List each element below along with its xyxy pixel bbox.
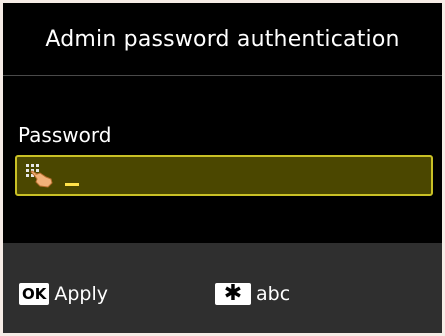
text-cursor: [65, 183, 79, 186]
apply-softkey[interactable]: OK Apply: [19, 283, 108, 305]
input-mode-label: abc: [256, 283, 291, 305]
password-field[interactable]: [15, 155, 433, 196]
password-label: Password: [18, 123, 112, 147]
asterisk-key-icon: ✱: [215, 283, 251, 305]
softkey-footer: OK Apply ✱ abc: [3, 243, 442, 333]
apply-label: Apply: [54, 283, 109, 305]
hand-pointer-keypad-icon: [25, 163, 55, 189]
title-bar: Admin password authentication: [3, 3, 442, 76]
input-mode-softkey[interactable]: ✱ abc: [215, 283, 290, 305]
printer-lcd-screen: Admin password authentication Password O…: [3, 3, 442, 333]
ok-key-icon: OK: [19, 283, 50, 305]
page-title: Admin password authentication: [45, 26, 400, 52]
